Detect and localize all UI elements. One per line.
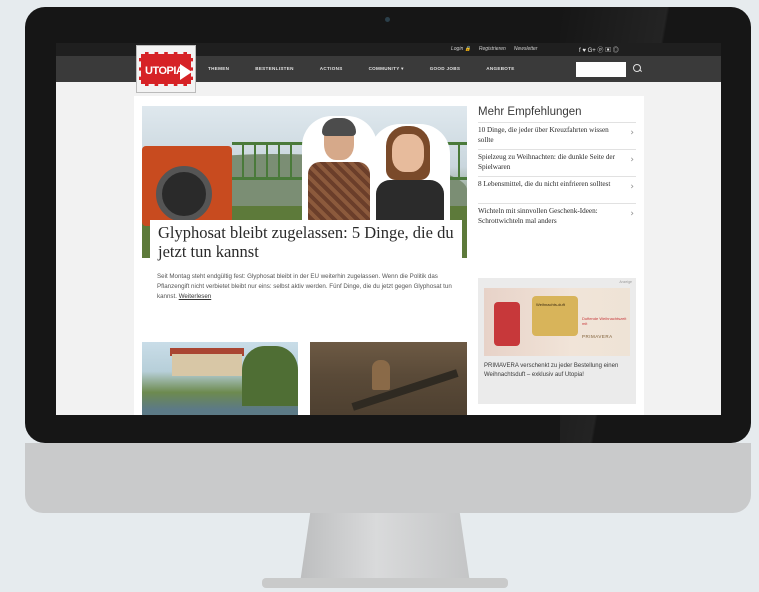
read-more-link[interactable]: Weiterlesen — [179, 293, 212, 300]
recommendation-label: 10 Dinge, die jeder über Kreuzfahrten wi… — [478, 126, 609, 144]
ad-box-text: Weihnachts-duft — [536, 302, 565, 307]
monitor-chin — [25, 443, 751, 513]
search-icon[interactable] — [633, 64, 641, 72]
recommendation-item[interactable]: 10 Dinge, die jeder über Kreuzfahrten wi… — [478, 122, 636, 149]
nav-item-angebote[interactable]: ANGEBOTE — [486, 66, 514, 72]
ad-label: Anzeige — [619, 280, 632, 284]
ad-brand: PRIMAVERA — [582, 334, 613, 339]
nav-item-actions[interactable]: ACTIONS — [320, 66, 343, 72]
recommendation-item[interactable]: 8 Lebensmittel, die du nicht einfrieren … — [478, 176, 636, 203]
bench — [351, 369, 459, 411]
man-beanie — [322, 118, 356, 136]
tractor-wheel — [156, 166, 212, 222]
search-input[interactable] — [576, 62, 626, 77]
recommendation-item[interactable]: Spielzeug zu Weihnachten: die dunkle Sei… — [478, 149, 636, 176]
arrow-icon — [180, 64, 192, 80]
headline-box: Glyphosat bleibt zugelassen: 5 Dinge, di… — [150, 220, 462, 266]
ad-text[interactable]: PRIMAVERA verschenkt zu jeder Bestellung… — [484, 362, 624, 380]
recommendation-item[interactable]: Wichteln mit sinnvollen Geschenk-Ideen: … — [478, 203, 636, 230]
login-link[interactable]: Login 🔒 — [451, 46, 471, 52]
nav-item-bestenlisten[interactable]: BESTENLISTEN — [255, 66, 294, 72]
trees — [242, 346, 298, 406]
webcam-icon — [385, 17, 390, 22]
newsletter-link[interactable]: Newsletter — [514, 46, 538, 52]
woman-head — [392, 134, 424, 172]
browser-screen: Login 🔒 Registrieren Newsletter f ♥ G+ ⓟ… — [56, 43, 721, 415]
logo-stamp: UTOPIA — [139, 52, 193, 86]
register-link[interactable]: Registrieren — [479, 46, 506, 52]
ad-box[interactable]: Anzeige Weihnachts-duft Duftende Weihnac… — [478, 278, 636, 404]
nav-items: THEMEN BESTENLISTEN ACTIONS COMMUNITY ▾ … — [208, 66, 541, 72]
monitor-foot — [262, 578, 508, 588]
houses — [172, 354, 242, 376]
utility-links: Login 🔒 Registrieren Newsletter — [451, 46, 537, 52]
nav-item-community[interactable]: COMMUNITY ▾ — [369, 66, 404, 72]
chevron-right-icon: › — [630, 128, 634, 138]
logo-text: UTOPIA — [145, 65, 184, 77]
hero-teaser: Seit Montag steht endgültig fest: Glypho… — [157, 272, 467, 302]
article-thumbnail-bench[interactable] — [310, 342, 467, 415]
chevron-right-icon: › — [630, 155, 634, 165]
ad-image[interactable]: Weihnachts-duft Duftende Weihnachtszeit … — [484, 288, 630, 356]
chevron-right-icon: › — [630, 182, 634, 192]
nav-item-themen[interactable]: THEMEN — [208, 66, 229, 72]
recommendation-label: Wichteln mit sinnvollen Geschenk-Ideen: … — [478, 207, 598, 225]
hero-headline[interactable]: Glyphosat bleibt zugelassen: 5 Dinge, di… — [158, 223, 458, 261]
recommendation-label: 8 Lebensmittel, die du nicht einfrieren … — [478, 180, 611, 188]
main-content: Glyphosat bleibt zugelassen: 5 Dinge, di… — [134, 96, 644, 415]
social-icons[interactable]: f ♥ G+ ⓟ ▣ ◎ — [579, 45, 619, 54]
ad-subtext: Duftende Weihnachtszeit mit — [582, 316, 627, 326]
chevron-right-icon: › — [630, 209, 634, 219]
bottle-shape — [494, 302, 520, 346]
monitor-stand — [300, 513, 470, 583]
utopia-logo[interactable]: UTOPIA — [136, 45, 196, 93]
recommendations-sidebar: Mehr Empfehlungen 10 Dinge, die jeder üb… — [478, 106, 636, 404]
bench-figure — [372, 360, 390, 390]
recommendation-label: Spielzeug zu Weihnachten: die dunkle Sei… — [478, 153, 616, 171]
article-thumbnail-town[interactable] — [142, 342, 298, 415]
nav-item-good-jobs[interactable]: GOOD JOBS — [430, 66, 461, 72]
sidebar-title: Mehr Empfehlungen — [478, 106, 582, 118]
